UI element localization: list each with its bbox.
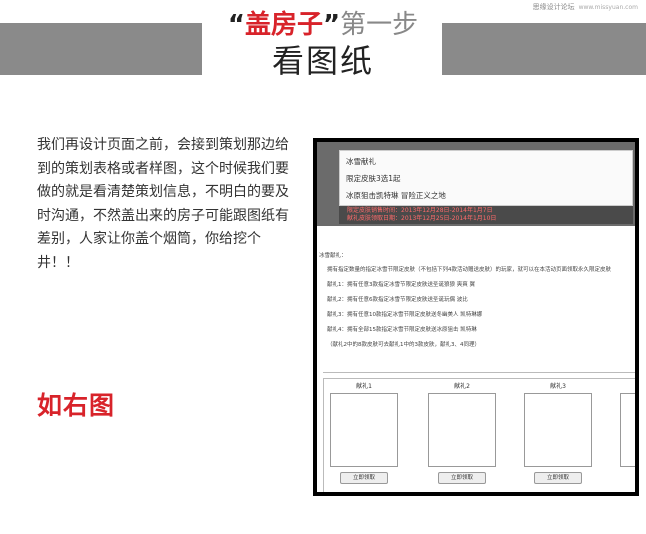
claim-button[interactable]: 立即领取 (340, 472, 388, 484)
quote-close: ” (323, 10, 341, 40)
rule-line: 献礼2：拥有任意6款指定冰雪节限定皮肤送圣诞玩偶 波比 (327, 297, 468, 303)
mockup-screenshot: 冰雪献礼 限定皮肤3选1起 冰原狙击凯特琳 冒险正义之地 限定皮肤销售时间：20… (313, 138, 639, 496)
banner-date-line: 献礼皮肤领取日期：2013年12月25日-2014年1月10日 (347, 214, 497, 222)
claim-button[interactable]: 立即领取 (438, 472, 486, 484)
banner-line: 限定皮肤3选1起 (346, 174, 401, 183)
divider (323, 372, 635, 373)
banner-line: 冰雪献礼 (346, 157, 376, 166)
rule-line: 献礼1：拥有任意3款指定冰雪节限定皮肤送圣诞狼狼 爽爽 翼 (327, 282, 475, 288)
claim-button[interactable]: 立即领取 (534, 472, 582, 484)
banner-date-line: 限定皮肤销售时间：2013年12月28日-2014年1月7日 (347, 207, 493, 214)
header-title: “盖房子”第一步 (0, 10, 646, 40)
gift-image-placeholder (524, 393, 592, 467)
header-subtitle: 看图纸 (271, 42, 374, 80)
banner-text-box: 冰雪献礼 限定皮肤3选1起 冰原狙击凯特琳 冒险正义之地 (339, 150, 633, 206)
rule-line: 献礼4：拥有全部15款指定冰雪节限定皮肤送冰原狙击 凯特琳 (327, 327, 477, 333)
gift-card-partial (620, 383, 635, 467)
gift-image-placeholder (428, 393, 496, 467)
gift-card: 献礼2 立即领取 (428, 383, 496, 484)
gift-label: 献礼2 (454, 383, 470, 390)
title-highlight: 盖房子 (244, 10, 323, 40)
rule-line: 拥有指定数量的指定冰雪节限定皮肤（不包括下列4款活动赠送皮肤）的玩家，就可以在本… (327, 267, 612, 273)
quote-open: “ (227, 10, 245, 40)
banner-line: 冰原狙击凯特琳 冒险正义之地 (346, 191, 446, 200)
rule-line: 献礼3：拥有任意10款指定冰雪节限定皮肤送冬幽美人 凯特琳娜 (327, 312, 483, 318)
gift-card: 献礼3 立即领取 (524, 383, 592, 484)
body-paragraph: 我们再设计页面之前，会接到策划那边给到的策划表格或者样图，这个时候我们要做的就是… (37, 137, 289, 271)
rule-line: （献礼2中的8款皮肤可去献礼1中的3款皮肤，献礼3、4同理） (327, 342, 480, 348)
highlight-text: 如右图 (37, 391, 116, 420)
rules-title: 冰雪献礼： (319, 253, 347, 259)
banner-dates: 限定皮肤销售时间：2013年12月28日-2014年1月7日 献礼皮肤领取日期：… (339, 206, 633, 224)
gift-card: 献礼1 立即领取 (330, 383, 398, 484)
gift-label: 献礼3 (550, 383, 566, 390)
gift-label: 献礼1 (356, 383, 372, 390)
mockup-inner: 冰雪献礼 限定皮肤3选1起 冰原狙击凯特琳 冒险正义之地 限定皮肤销售时间：20… (317, 142, 635, 492)
mockup-banner: 冰雪献礼 限定皮肤3选1起 冰原狙击凯特琳 冒险正义之地 限定皮肤销售时间：20… (317, 142, 635, 226)
rules-list: 冰雪献礼： 拥有指定数量的指定冰雪节限定皮肤（不包括下列4款活动赠送皮肤）的玩家… (317, 250, 635, 353)
title-step: 第一步 (340, 10, 419, 40)
gift-area: 献礼1 立即领取 献礼2 立即领取 献礼3 立即领取 (323, 378, 635, 492)
gift-image-placeholder (330, 393, 398, 467)
gift-image-placeholder (620, 393, 635, 467)
